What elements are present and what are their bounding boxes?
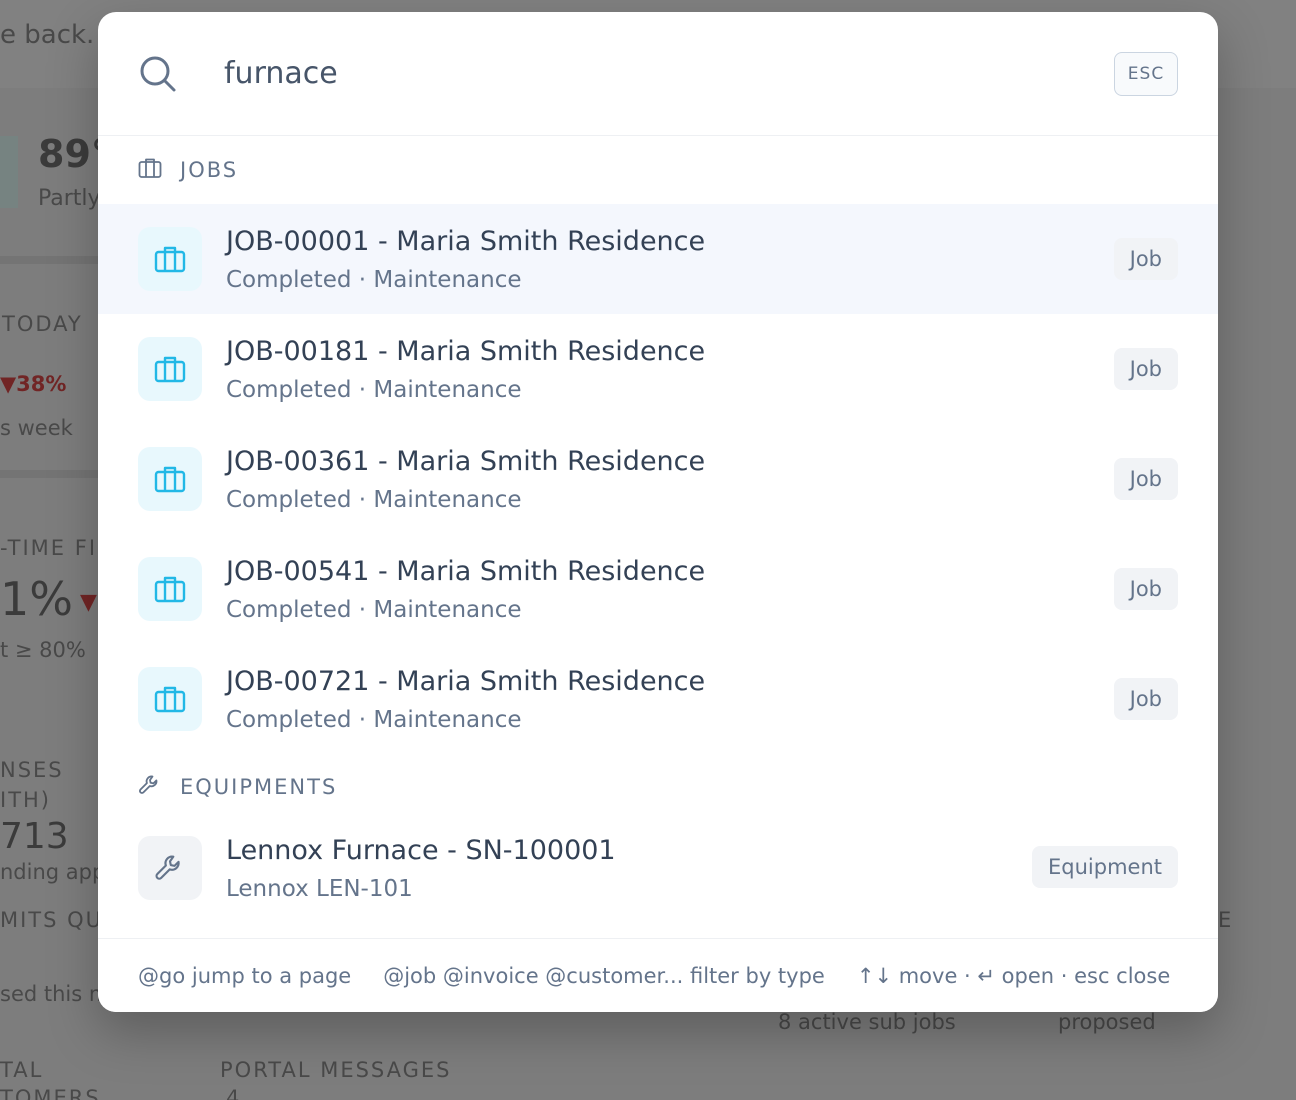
briefcase-icon (138, 337, 202, 401)
result-title: JOB-00361 - Maria Smith Residence (226, 445, 706, 477)
result-subtitle: Completed · Maintenance (226, 486, 522, 513)
type-badge: Job (1113, 678, 1178, 720)
result-title: JOB-00721 - Maria Smith Residence (226, 665, 706, 697)
result-subtitle: Completed · Maintenance (226, 266, 522, 293)
search-row: ESC (98, 12, 1218, 136)
briefcase-icon (138, 447, 202, 511)
briefcase-icon (138, 557, 202, 621)
briefcase-icon (138, 227, 202, 291)
result-title: Lennox Furnace - SN-100001 (226, 834, 616, 866)
result-subtitle: Completed · Maintenance (226, 596, 522, 623)
hint-keys: ↑↓ move · ↵ open · esc close (856, 963, 1171, 988)
section-equipments: EQUIPMENTS (98, 754, 1218, 820)
search-icon (138, 54, 178, 94)
type-badge: Job (1113, 238, 1178, 280)
wrench-icon (138, 836, 202, 900)
type-badge: Equipment (1032, 846, 1178, 888)
result-subtitle: Lennox LEN-101 (226, 875, 413, 902)
hint-filter: @job @invoice @customer... filter by typ… (383, 963, 825, 988)
result-subtitle: Completed · Maintenance (226, 376, 522, 403)
briefcase-icon (138, 667, 202, 731)
type-badge: Job (1113, 348, 1178, 390)
result-title: JOB-00541 - Maria Smith Residence (226, 555, 706, 587)
type-badge: Job (1113, 458, 1178, 500)
result-item-job[interactable]: JOB-00721 - Maria Smith Residence Comple… (98, 644, 1218, 754)
palette-footer: @go jump to a page @job @invoice @custom… (98, 938, 1218, 1012)
result-title: JOB-00001 - Maria Smith Residence (226, 225, 706, 257)
section-jobs: JOBS (98, 136, 1218, 204)
result-subtitle: Completed · Maintenance (226, 706, 522, 733)
section-jobs-label: JOBS (180, 158, 239, 182)
result-item-job[interactable]: JOB-00541 - Maria Smith Residence Comple… (98, 534, 1218, 644)
result-item-equipment[interactable]: Lennox Furnace - SN-100001 Lennox LEN-10… (98, 820, 1218, 916)
type-badge: Job (1113, 568, 1178, 610)
wrench-icon (138, 773, 162, 801)
section-equipments-label: EQUIPMENTS (180, 775, 338, 799)
result-item-job[interactable]: JOB-00181 - Maria Smith Residence Comple… (98, 314, 1218, 424)
result-title: JOB-00181 - Maria Smith Residence (226, 335, 706, 367)
esc-key-button[interactable]: ESC (1114, 52, 1178, 96)
briefcase-icon (138, 157, 162, 183)
hint-go: @go jump to a page (138, 963, 352, 988)
search-input[interactable] (224, 56, 1044, 91)
result-item-job[interactable]: JOB-00361 - Maria Smith Residence Comple… (98, 424, 1218, 534)
command-palette: ESC JOBS JOB-00001 - Maria Smith Residen… (98, 12, 1218, 1012)
result-item-job[interactable]: JOB-00001 - Maria Smith Residence Comple… (98, 204, 1218, 314)
